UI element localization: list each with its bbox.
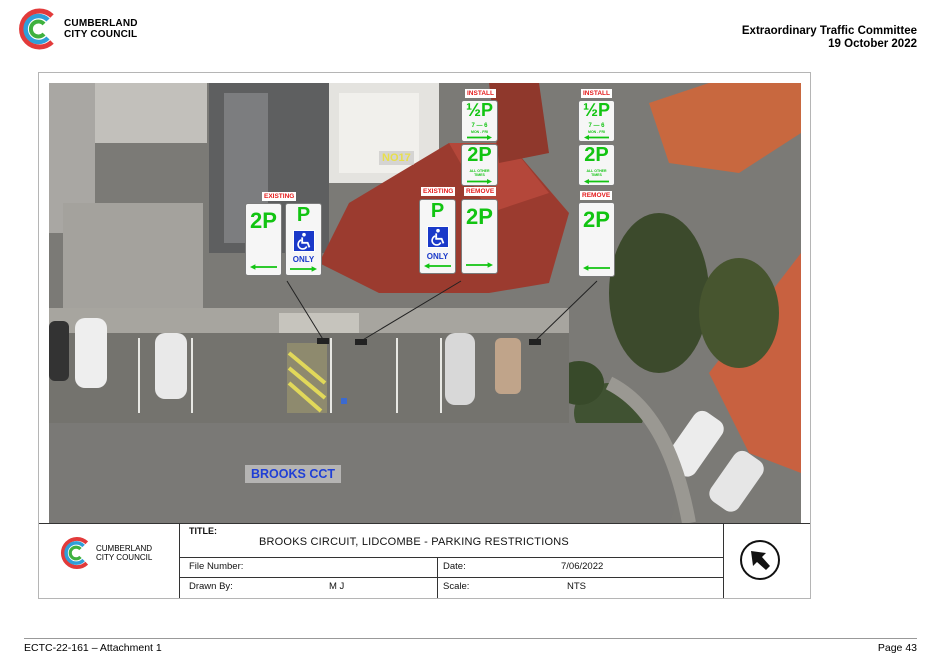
install-tag-2: INSTALL — [581, 89, 612, 98]
committee-name: Extraordinary Traffic Committee — [741, 25, 917, 37]
drawing-title: BROOKS CIRCUIT, LIDCOMBE - PARKING RESTR… — [259, 536, 569, 548]
sign-days-2: MON - FRI — [588, 130, 605, 134]
right-arrow-icon-3 — [466, 135, 493, 140]
left-arrow-icon-3 — [583, 135, 610, 140]
drawing-frame: NO17 BROOKS CCT EXISTING 2P P ONLY EXIST… — [38, 72, 811, 599]
sign-2p-remove: 2P — [461, 199, 498, 274]
council-logo: CUMBERLAND CITY COUNCIL — [14, 5, 154, 53]
existing-tag: EXISTING — [262, 192, 297, 201]
footer-reference: ECTC-22-161 – Attachment 1 — [24, 642, 162, 654]
property-number-label: NO17 — [379, 151, 414, 165]
sign-2p-text-5: 2P — [583, 207, 610, 232]
tb-logo-line-1: CUMBERLAND — [96, 544, 153, 553]
right-arrow-icon-2 — [466, 262, 493, 268]
remove-tag-2: REMOVE — [580, 191, 613, 200]
sign-2p-remove-2: 2P — [578, 202, 615, 277]
sign-half-p-2: ½P 7 — 6 MON - FRI — [578, 100, 615, 142]
wheelchair-icon-2 — [426, 226, 449, 248]
left-arrow-icon-2 — [424, 263, 451, 269]
sign-disabled-p-1: P ONLY — [285, 203, 322, 276]
sign-only-text-2: ONLY — [426, 252, 449, 261]
sign-half-p-text: ½P — [465, 100, 494, 120]
sign-times-2: TIMES — [591, 173, 602, 177]
aerial-photo — [49, 83, 801, 523]
footer-rule — [24, 638, 917, 639]
title-block: CUMBERLAND CITY COUNCIL TITLE: BROOKS CI… — [39, 523, 810, 598]
council-logo-icon-small — [60, 537, 89, 569]
file-number-label: File Number: — [189, 561, 244, 572]
drawn-by-value: M J — [329, 581, 345, 592]
scale-value: NTS — [567, 581, 586, 592]
left-arrow-icon — [250, 264, 277, 270]
tb-logo-line-2: CITY COUNCIL — [96, 553, 153, 562]
sign-disabled-p-2: P ONLY — [419, 199, 456, 274]
committee-date: 19 October 2022 — [828, 38, 917, 50]
logo-line-1: CUMBERLAND — [64, 18, 138, 29]
date-value: 7/06/2022 — [561, 561, 604, 572]
title-label: TITLE: — [189, 526, 217, 536]
logo-line-2: CITY COUNCIL — [64, 29, 138, 40]
title-block-logo: CUMBERLAND CITY COUNCIL — [57, 535, 152, 571]
street-name-label: BROOKS CCT — [245, 465, 342, 483]
right-arrow-icon-4 — [466, 179, 493, 184]
sign-2p-text-4: 2P — [584, 144, 609, 166]
sign-days: MON - FRI — [471, 130, 488, 134]
sign-only-text: ONLY — [292, 255, 315, 264]
drawn-by-label: Drawn By: — [189, 581, 233, 592]
right-arrow-icon — [290, 266, 317, 272]
install-tag: INSTALL — [465, 89, 496, 98]
date-label: Date: — [443, 561, 466, 572]
sign-p-text: P — [296, 204, 311, 226]
header-meta: Extraordinary Traffic Committee 19 Octob… — [742, 25, 917, 51]
left-arrow-icon-4 — [583, 179, 610, 184]
sign-p-text-2: P — [430, 200, 445, 222]
sign-2p-all-times-2: 2P ALL OTHER TIMES — [578, 144, 615, 186]
sign-2p-left: 2P — [245, 203, 282, 276]
sign-hours-2: 7 — 6 — [588, 123, 605, 129]
sign-2p-text: 2P — [250, 208, 277, 233]
sign-times-1: TIMES — [474, 173, 485, 177]
aerial-map: NO17 BROOKS CCT EXISTING 2P P ONLY EXIST… — [49, 83, 801, 523]
wheelchair-icon — [292, 230, 315, 252]
footer-page-number: Page 43 — [877, 642, 917, 654]
sign-half-p-1: ½P 7 — 6 MON - FRI — [461, 100, 498, 142]
scale-label: Scale: — [443, 581, 470, 592]
sign-2p-text-3: 2P — [467, 144, 492, 166]
north-arrow-icon — [739, 539, 781, 581]
sign-2p-all-times-1: 2P ALL OTHER TIMES — [461, 144, 498, 186]
remove-tag: REMOVE — [464, 187, 497, 196]
sign-2p-text-2: 2P — [466, 204, 493, 229]
existing-tag-2: EXISTING — [421, 187, 456, 196]
council-logo-icon — [19, 8, 54, 50]
left-arrow-icon-5 — [583, 265, 610, 271]
sign-half-p-text-2: ½P — [582, 100, 611, 120]
sign-hours: 7 — 6 — [471, 123, 488, 129]
